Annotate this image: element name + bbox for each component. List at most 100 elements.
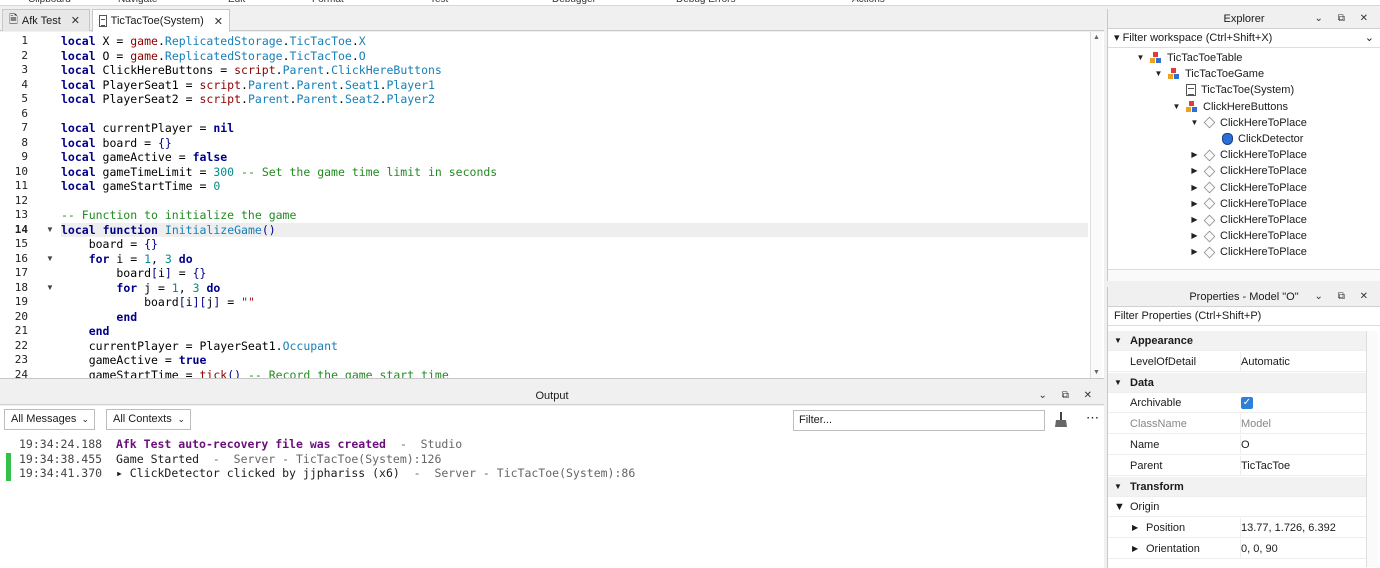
tree-item[interactable]: ▶ ClickHereToPlace <box>1190 196 1306 212</box>
expand-closed-icon[interactable]: ▶ <box>1190 196 1199 212</box>
expand-open-icon[interactable]: ▼ <box>1154 66 1163 82</box>
code-line[interactable]: gameStartTime = tick() -- Record the gam… <box>61 368 1088 379</box>
property-value[interactable]: Automatic <box>1240 351 1290 372</box>
property-row[interactable]: Name O <box>1108 435 1366 455</box>
explorer-filter-input[interactable]: ▾ Filter workspace (Ctrl+Shift+X) ⌄ <box>1108 29 1380 48</box>
property-row[interactable]: ▶ Position 13.77, 1.726, 6.392 <box>1108 518 1366 539</box>
code-line[interactable]: for i = 1, 3 do <box>61 252 1088 267</box>
tree-item[interactable]: ▶ ClickHereToPlace <box>1190 163 1306 179</box>
scroll-up-icon[interactable]: ▲ <box>1093 34 1100 41</box>
explorer-hscrollbar[interactable] <box>1108 269 1380 281</box>
expand-closed-icon[interactable]: ▶ <box>1132 539 1138 559</box>
expand-open-icon[interactable]: ▼ <box>1114 477 1122 497</box>
code-line[interactable] <box>61 107 1088 122</box>
clear-output-icon[interactable] <box>1054 412 1068 428</box>
expand-open-icon[interactable]: ▼ <box>1190 115 1199 131</box>
code-line[interactable]: local PlayerSeat2 = script.Parent.Parent… <box>61 92 1088 107</box>
expand-open-icon[interactable]: ▼ <box>1172 99 1181 115</box>
ribbon-tab[interactable]: Actions <box>852 0 885 5</box>
log-line[interactable]: 19:34:38.455 Game Started - Server - Tic… <box>19 452 441 467</box>
log-source[interactable]: Server - TicTacToe(System):126 <box>234 452 442 466</box>
property-value[interactable]: TicTacToe <box>1240 455 1290 476</box>
code-line[interactable]: board[i][j] = "" <box>61 295 1088 310</box>
code-line[interactable]: local gameActive = false <box>61 150 1088 165</box>
ribbon-tab[interactable]: Debugger <box>552 0 596 5</box>
property-value[interactable]: 0, 0, 90 <box>1240 539 1278 559</box>
property-category[interactable]: ▼ Data <box>1108 372 1366 393</box>
tab-afk-test[interactable]: 🗎 Afk Test ✕ <box>2 9 90 31</box>
ribbon-tab[interactable]: Test <box>430 0 448 5</box>
code-line[interactable]: gameActive = true <box>61 353 1088 368</box>
properties-filter-input[interactable]: Filter Properties (Ctrl+Shift+P) <box>1108 307 1380 326</box>
ribbon-tab[interactable]: Clipboard <box>28 0 71 5</box>
code-line[interactable]: local ClickHereButtons = script.Parent.C… <box>61 63 1088 78</box>
expand-open-icon[interactable]: ▼ <box>1114 331 1122 351</box>
code-line[interactable]: end <box>61 310 1088 325</box>
tree-item[interactable]: ▶ ClickHereToPlace <box>1190 147 1306 163</box>
tree-item[interactable]: ▼ ClickHereButtons <box>1172 99 1288 115</box>
tree-item[interactable]: ▶ ClickHereToPlace <box>1190 244 1307 258</box>
ribbon-tab[interactable]: Navigate <box>118 0 157 5</box>
log-source[interactable]: Server - TicTacToe(System):86 <box>434 466 635 480</box>
properties-scrollbar[interactable] <box>1366 331 1378 567</box>
expand-closed-icon[interactable]: ▶ <box>1190 163 1199 179</box>
checkbox-checked-icon[interactable]: ✓ <box>1241 397 1253 410</box>
property-row[interactable]: Archivable ✓ <box>1108 393 1366 414</box>
tree-item[interactable]: TicTacToe(System) <box>1172 82 1294 98</box>
fold-toggle-icon[interactable]: ▼ <box>46 281 54 296</box>
expand-open-icon[interactable]: ▼ <box>1136 50 1145 66</box>
log-line[interactable]: 19:34:24.188 Afk Test auto-recovery file… <box>19 437 462 452</box>
scroll-down-icon[interactable]: ▼ <box>1093 369 1100 376</box>
tree-item[interactable]: ▶ ClickHereToPlace <box>1190 228 1306 244</box>
code-line[interactable]: local gameStartTime = 0 <box>61 179 1088 194</box>
expand-closed-icon[interactable]: ▶ <box>1190 180 1199 196</box>
code-line[interactable]: end <box>61 324 1088 339</box>
fold-toggle-icon[interactable]: ▼ <box>46 223 54 238</box>
code-line[interactable]: local function InitializeGame() <box>61 222 1088 237</box>
panel-controls[interactable]: ⌄ ⧉ ✕ <box>1315 287 1374 307</box>
expand-open-icon[interactable]: ▼ <box>1114 373 1122 393</box>
panel-controls[interactable]: ⌄ ⧉ ✕ <box>1039 387 1098 405</box>
code-line[interactable]: for j = 1, 3 do <box>61 281 1088 296</box>
tree-item[interactable]: ▶ ClickHereToPlace <box>1190 212 1306 228</box>
code-line[interactable]: local currentPlayer = nil <box>61 121 1088 136</box>
property-row[interactable]: LevelOfDetail Automatic <box>1108 351 1366 372</box>
tree-item[interactable]: ▶ ClickHereToPlace <box>1190 180 1306 196</box>
chevron-down-icon[interactable]: ⌄ <box>1365 29 1374 48</box>
expand-open-icon[interactable]: ▼ <box>1114 497 1125 517</box>
ribbon-tab[interactable]: Format <box>312 0 344 5</box>
property-category[interactable]: ▼ Appearance <box>1108 331 1366 351</box>
log-line[interactable]: 19:34:41.370 ▸ ClickDetector clicked by … <box>19 466 635 481</box>
close-icon[interactable]: ✕ <box>214 15 223 28</box>
more-options-icon[interactable]: ⋯ <box>1086 410 1099 426</box>
output-filter-input[interactable]: Filter... <box>793 410 1045 431</box>
tree-item[interactable]: ▼ TicTacToeTable <box>1136 50 1242 66</box>
property-row[interactable]: ClassName Model <box>1108 414 1366 435</box>
editor-scrollbar[interactable]: ▲ ▼ <box>1090 32 1102 378</box>
code-line[interactable]: currentPlayer = PlayerSeat1.Occupant <box>61 339 1088 354</box>
expand-closed-icon[interactable]: ▶ <box>1190 228 1199 244</box>
property-category[interactable]: ▼ Transform <box>1108 476 1366 497</box>
code-line[interactable]: local board = {} <box>61 136 1088 151</box>
property-value[interactable]: O <box>1240 435 1250 455</box>
property-row[interactable]: Parent TicTacToe <box>1108 455 1366 476</box>
fold-toggle-icon[interactable]: ▼ <box>46 252 54 267</box>
code-line[interactable]: local gameTimeLimit = 300 -- Set the gam… <box>61 165 1088 180</box>
code-line[interactable]: local PlayerSeat1 = script.Parent.Parent… <box>61 78 1088 93</box>
tree-item[interactable]: ClickDetector <box>1208 131 1303 147</box>
code-line[interactable]: -- Function to initialize the game <box>61 208 1088 223</box>
tab-tictactoe-system[interactable]: TicTacToe(System) ✕ <box>92 9 230 32</box>
property-value[interactable]: 13.77, 1.726, 6.392 <box>1240 518 1336 539</box>
code-line[interactable] <box>61 194 1088 209</box>
messages-filter-dropdown[interactable]: All Messages ⌄ <box>4 409 95 430</box>
expand-closed-icon[interactable]: ▶ <box>1190 244 1199 258</box>
code-line[interactable]: board[i] = {} <box>61 266 1088 281</box>
ribbon-tab[interactable]: Edit <box>228 0 245 5</box>
tree-item[interactable]: ▼ TicTacToeGame <box>1154 66 1264 82</box>
expand-closed-icon[interactable]: ▶ <box>1190 147 1199 163</box>
script-editor[interactable]: 1 2 3 4 5 6 7 8 9 10 11 12 13 14 ▼ 15 16 ▼ 17 18 ▼ 19 20 21 22 23… <box>0 32 1104 379</box>
code-line[interactable]: local X = game.ReplicatedStorage.TicTacT… <box>61 34 1088 49</box>
property-row[interactable]: ▼ Origin <box>1108 497 1366 518</box>
filter-icon[interactable]: ▾ <box>1114 32 1123 44</box>
contexts-filter-dropdown[interactable]: All Contexts ⌄ <box>106 409 191 430</box>
